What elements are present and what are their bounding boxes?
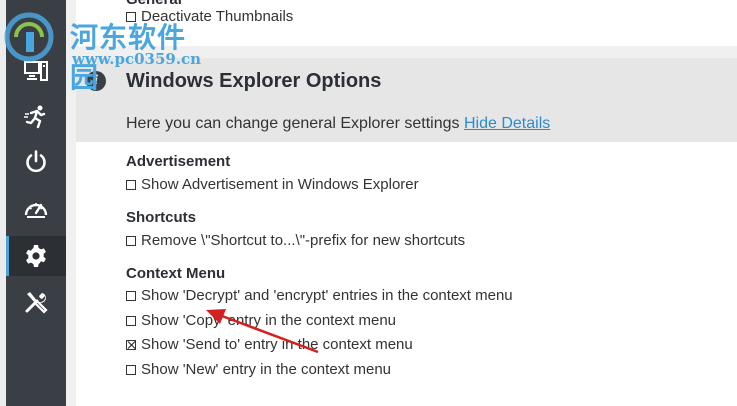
context-menu-option-label: Show 'Send to' entry in the context menu: [141, 336, 413, 353]
running-person-icon: [24, 105, 46, 129]
deactivate-thumbnails-checkbox[interactable]: [126, 12, 136, 22]
context-menu-option[interactable]: Show 'New' entry in the context menu: [126, 361, 391, 378]
advertisement-label: Show Advertisement in Windows Explorer: [141, 176, 419, 193]
shortcuts-section-title: Shortcuts: [126, 209, 197, 226]
sidebar: [6, 0, 66, 406]
computer-icon: [24, 61, 48, 81]
advertisement-option[interactable]: Show Advertisement in Windows Explorer: [126, 176, 419, 193]
tools-icon: [25, 292, 48, 314]
main-content: General Deactivate Thumbnails i Windows …: [76, 0, 737, 406]
sidebar-item-hardware[interactable]: [6, 52, 66, 92]
general-section-title: General: [126, 0, 182, 8]
shortcut-prefix-label: Remove \"Shortcut to...\"-prefix for new…: [141, 232, 466, 249]
power-icon: [26, 150, 46, 173]
decrypt-encrypt-checkbox[interactable]: [126, 291, 136, 301]
new-entry-checkbox[interactable]: [126, 365, 136, 375]
copy-entry-checkbox[interactable]: [126, 316, 136, 326]
sidebar-item-power[interactable]: [6, 142, 66, 182]
hide-details-link[interactable]: Hide Details: [464, 115, 550, 132]
shortcut-prefix-checkbox[interactable]: [126, 236, 136, 246]
deactivate-thumbnails-option[interactable]: Deactivate Thumbnails: [126, 8, 293, 25]
send-to-checkbox[interactable]: [126, 340, 136, 350]
deactivate-thumbnails-label: Deactivate Thumbnails: [141, 8, 294, 25]
context-menu-option[interactable]: Show 'Copy' entry in the context menu: [126, 312, 396, 329]
description-text: Here you can change general Explorer set…: [126, 115, 460, 132]
context-menu-option[interactable]: Show 'Decrypt' and 'encrypt' entries in …: [126, 287, 513, 304]
explorer-options-description: Here you can change general Explorer set…: [126, 115, 550, 133]
context-menu-section-title: Context Menu: [126, 265, 226, 282]
advertisement-section-title: Advertisement: [126, 153, 231, 170]
context-menu-option[interactable]: Show 'Send to' entry in the context menu: [126, 336, 413, 353]
sidebar-item-performance[interactable]: [6, 97, 66, 137]
advertisement-checkbox[interactable]: [126, 180, 136, 190]
sidebar-item-tools[interactable]: [6, 282, 66, 322]
explorer-options-header: i Windows Explorer Options Here you can …: [76, 58, 737, 142]
explorer-options-title: Windows Explorer Options: [126, 70, 382, 92]
info-icon: i: [86, 71, 106, 91]
gear-icon: [26, 245, 46, 267]
sidebar-item-settings[interactable]: [6, 236, 66, 276]
general-options-panel: General Deactivate Thumbnails: [76, 0, 737, 46]
speedometer-icon: [24, 203, 48, 218]
shortcut-prefix-option[interactable]: Remove \"Shortcut to...\"-prefix for new…: [126, 232, 465, 249]
explorer-options-body: Advertisement Show Advertisement in Wind…: [76, 142, 737, 406]
sidebar-item-speed[interactable]: [6, 189, 66, 229]
context-menu-option-label: Show 'Copy' entry in the context menu: [141, 312, 397, 329]
context-menu-option-label: Show 'Decrypt' and 'encrypt' entries in …: [141, 287, 513, 304]
context-menu-option-label: Show 'New' entry in the context menu: [141, 361, 392, 378]
